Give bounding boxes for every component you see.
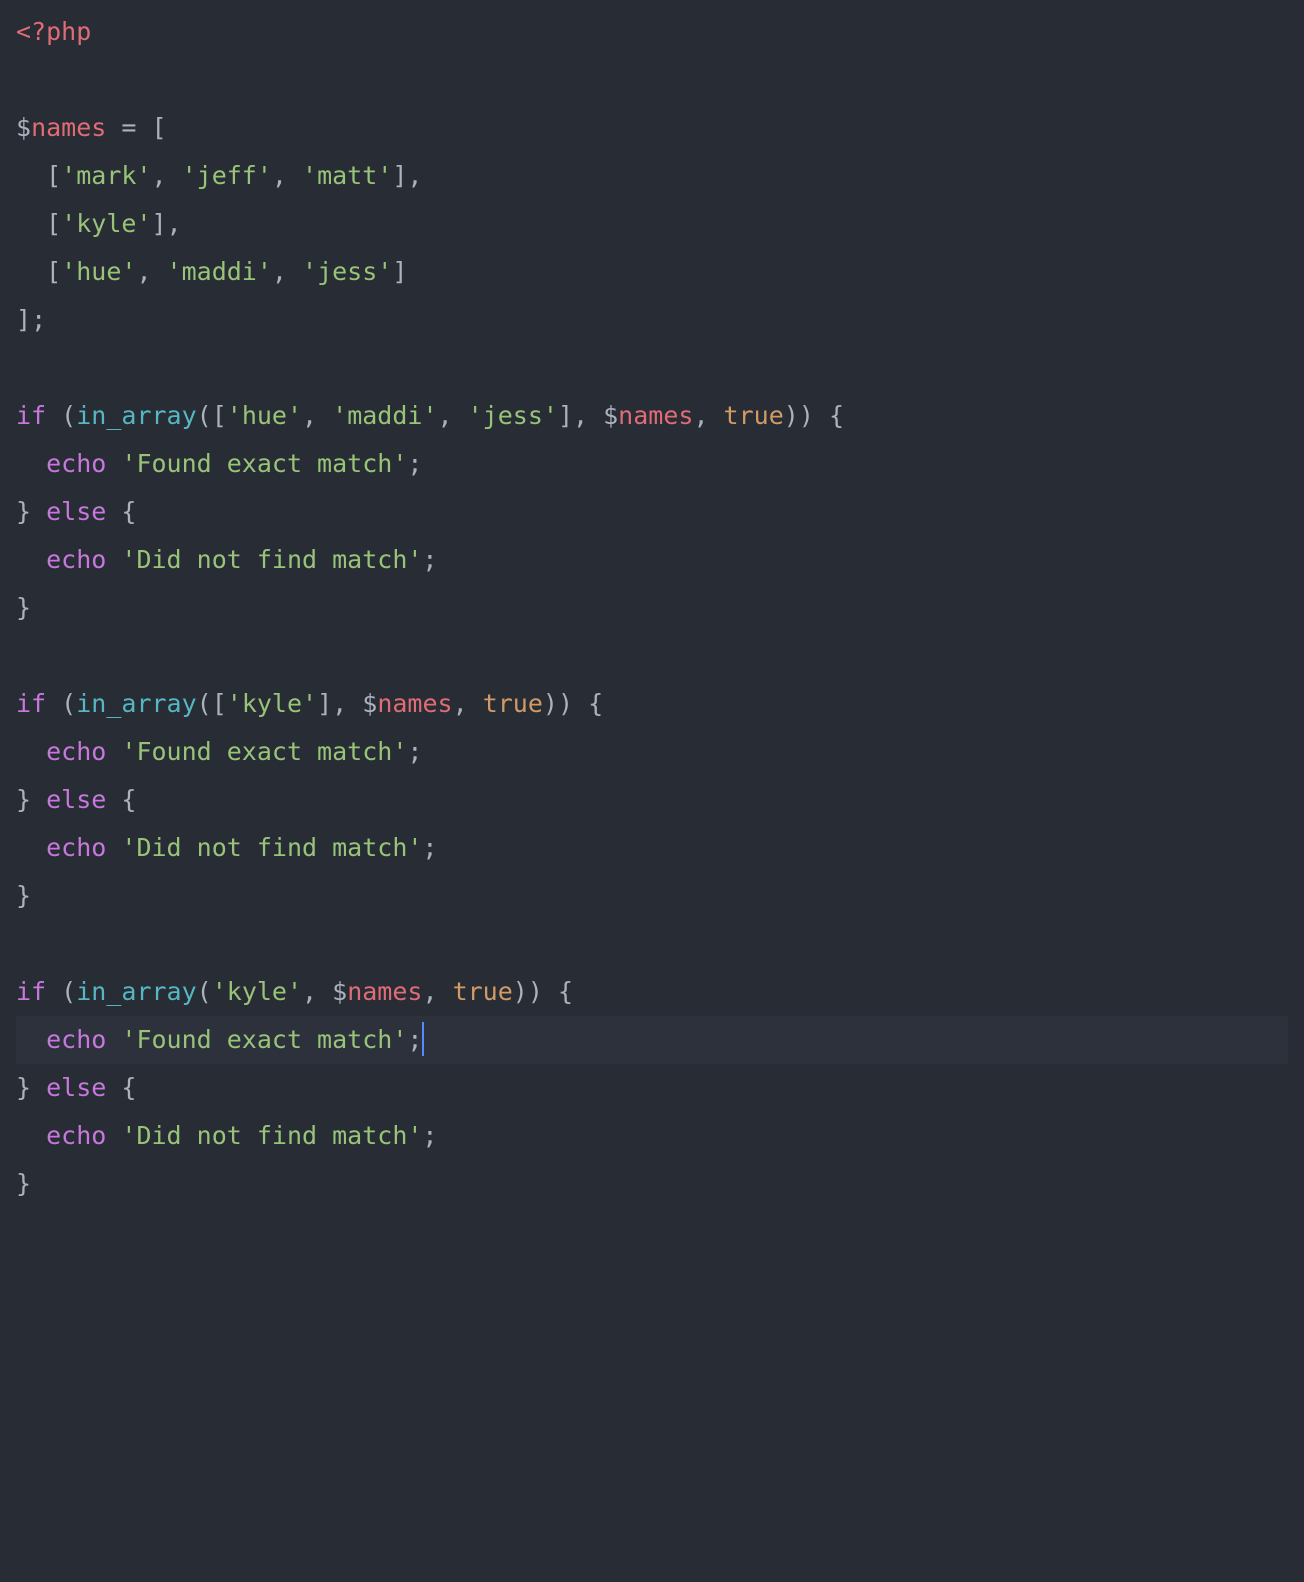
string-literal: 'Found exact match' [121,449,407,478]
keyword-if: if [16,401,46,430]
string-literal: 'jeff' [182,161,272,190]
code-line: echo 'Did not find match'; [16,824,1288,872]
code-line: echo 'Found exact match'; [16,440,1288,488]
code-line: } [16,584,1288,632]
code-line [16,632,1288,680]
code-line [16,920,1288,968]
php-open-tag: <?php [16,17,91,46]
code-line: if (in_array('kyle', $names, true)) { [16,968,1288,1016]
keyword-true: true [724,401,784,430]
code-line: } [16,1160,1288,1208]
code-line: ['kyle'], [16,200,1288,248]
code-line: } else { [16,1064,1288,1112]
code-editor[interactable]: <?php $names = [ ['mark', 'jeff', 'matt'… [16,8,1288,1208]
code-line: echo 'Found exact match'; [16,728,1288,776]
code-line: $names = [ [16,104,1288,152]
code-line: echo 'Did not find match'; [16,536,1288,584]
code-line: ['mark', 'jeff', 'matt'], [16,152,1288,200]
code-line-active: echo 'Found exact match'; [16,1016,1288,1064]
string-literal: 'kyle' [61,209,151,238]
code-line: } [16,872,1288,920]
code-line: } else { [16,488,1288,536]
code-line: if (in_array(['kyle'], $names, true)) { [16,680,1288,728]
code-line: if (in_array(['hue', 'maddi', 'jess'], $… [16,392,1288,440]
string-literal: 'jess' [302,257,392,286]
string-literal: 'matt' [302,161,392,190]
code-line: ]; [16,296,1288,344]
keyword-else: else [46,497,106,526]
code-line: echo 'Did not find match'; [16,1112,1288,1160]
string-literal: 'Did not find match' [121,545,422,574]
string-literal: 'hue' [61,257,136,286]
string-literal: 'maddi' [167,257,272,286]
code-line [16,56,1288,104]
code-line: } else { [16,776,1288,824]
keyword-echo: echo [46,449,106,478]
variable-names: names [31,113,106,142]
function-in-array: in_array [76,401,196,430]
text-cursor [422,1022,424,1056]
code-line: <?php [16,8,1288,56]
string-literal: 'mark' [61,161,151,190]
code-line: ['hue', 'maddi', 'jess'] [16,248,1288,296]
code-line [16,344,1288,392]
